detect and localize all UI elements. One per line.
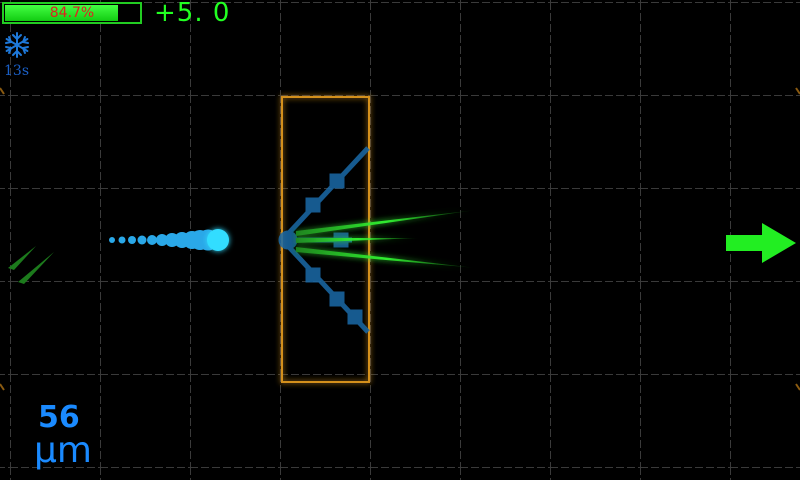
game-scene[interactable]: 84.7% +5. 0 13s 56 µm bbox=[0, 0, 800, 480]
progress-label: 84.7% bbox=[49, 5, 95, 21]
progress-bar: 84.7% bbox=[2, 2, 142, 24]
snowflake-icon bbox=[3, 31, 31, 59]
score-readout: +5. 0 bbox=[154, 0, 231, 28]
powerup-timer: 13s bbox=[4, 63, 29, 79]
green-streaks-left bbox=[8, 246, 54, 284]
green-rays bbox=[296, 210, 476, 268]
particle-trail bbox=[109, 229, 219, 251]
size-unit: µm bbox=[34, 430, 92, 471]
player-particle bbox=[207, 229, 229, 251]
game-effects bbox=[0, 96, 476, 383]
right-arrow-icon[interactable] bbox=[724, 220, 798, 266]
